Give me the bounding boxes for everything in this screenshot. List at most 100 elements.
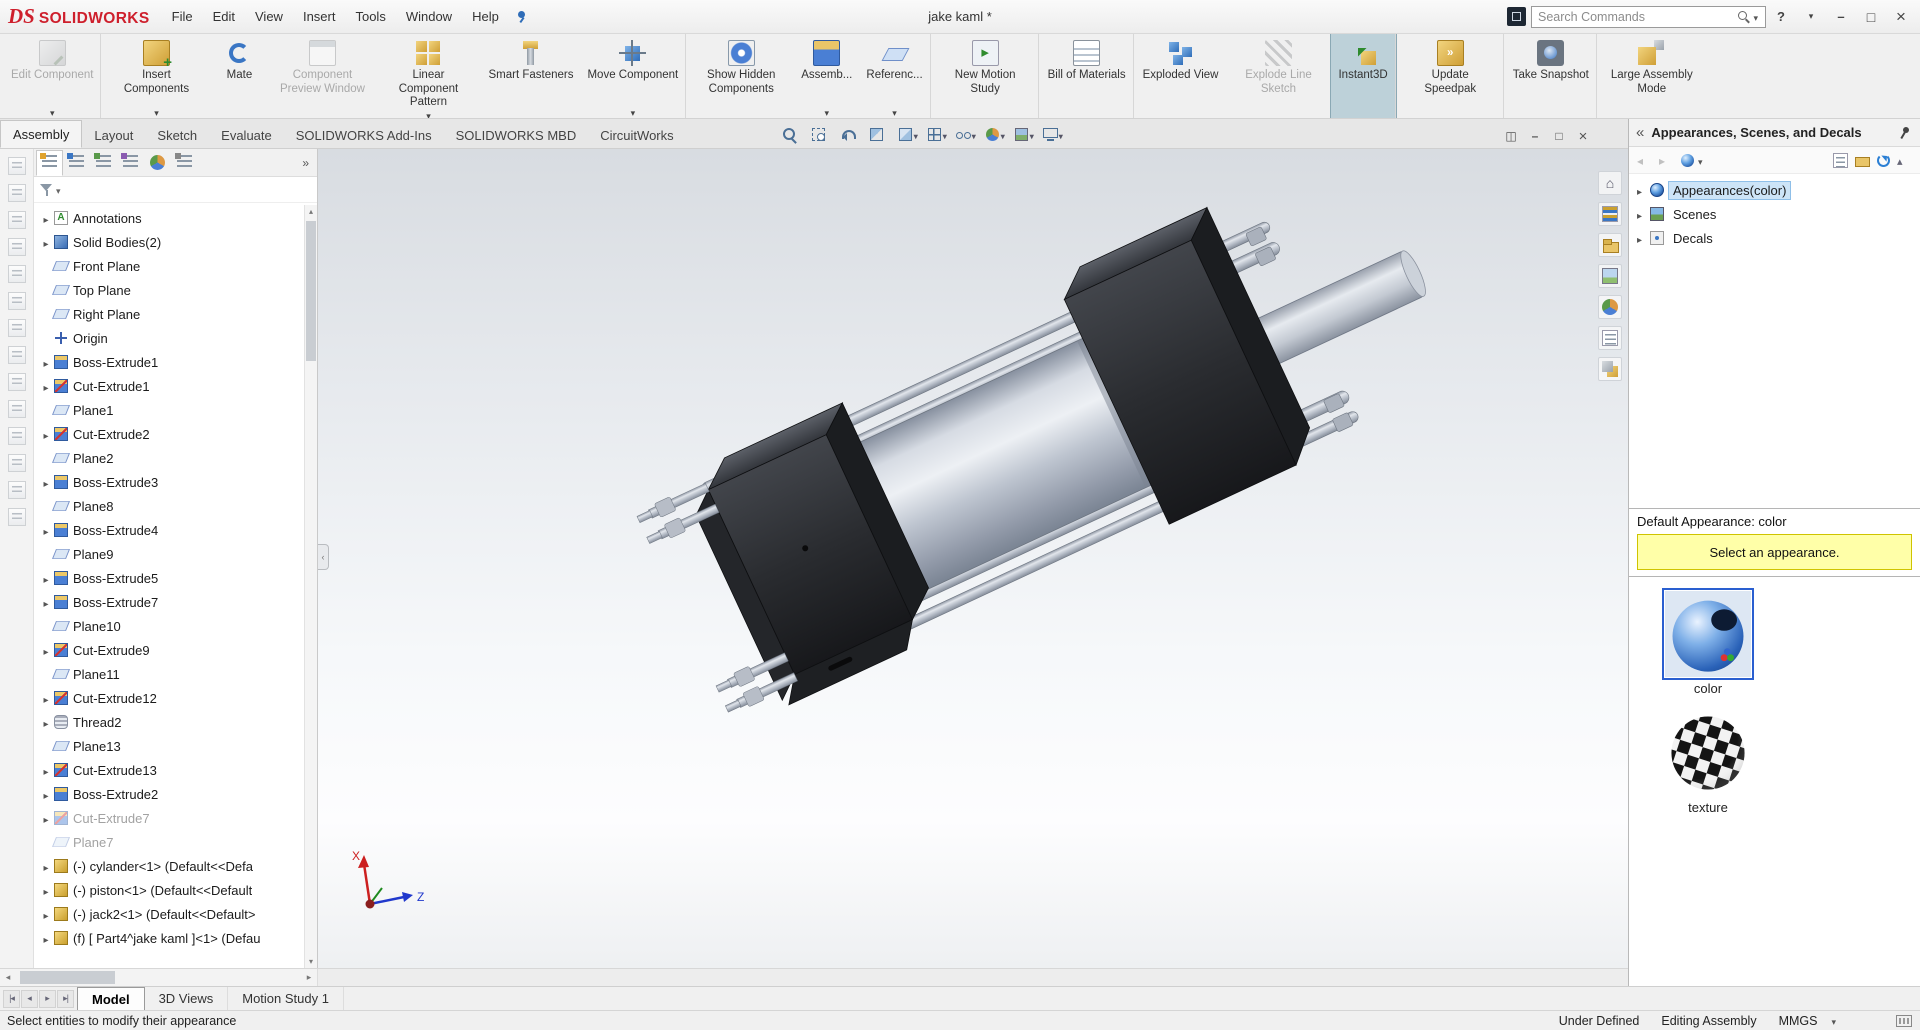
panel-tab[interactable] bbox=[36, 150, 63, 176]
search-dropdown-icon[interactable] bbox=[1750, 9, 1761, 24]
quick-tool-2-icon[interactable] bbox=[8, 184, 26, 202]
help-button[interactable] bbox=[1766, 4, 1796, 30]
headsup-button[interactable] bbox=[836, 124, 863, 145]
feature-tree-item[interactable]: Plane13 bbox=[34, 734, 317, 758]
expand-arrow-icon[interactable] bbox=[39, 235, 53, 250]
ribbon-button[interactable]: Explode Line Sketch bbox=[1225, 34, 1331, 118]
feature-tree-item[interactable]: Right Plane bbox=[34, 302, 317, 326]
headsup-button[interactable] bbox=[807, 124, 834, 145]
feature-tree-item[interactable]: Boss-Extrude1 bbox=[34, 350, 317, 374]
expand-arrow-icon[interactable] bbox=[39, 355, 53, 370]
expand-arrow-icon[interactable] bbox=[1637, 183, 1650, 198]
ribbon-button[interactable]: Component Preview Window bbox=[269, 34, 375, 118]
expand-arrow-icon[interactable] bbox=[1637, 207, 1650, 222]
headsup-button[interactable] bbox=[1010, 124, 1037, 145]
headsup-button[interactable] bbox=[923, 124, 950, 145]
texture-appearance-thumbnail[interactable] bbox=[1665, 710, 1751, 796]
feature-tree-item[interactable]: Annotations bbox=[34, 206, 317, 230]
quick-tool-11-icon[interactable] bbox=[8, 427, 26, 445]
search-scope-icon[interactable] bbox=[1507, 7, 1526, 26]
quick-tool-13-icon[interactable] bbox=[8, 481, 26, 499]
expand-arrow-icon[interactable] bbox=[39, 715, 53, 730]
ribbon-button[interactable]: Show Hidden Components bbox=[688, 34, 794, 118]
headsup-button[interactable] bbox=[865, 124, 892, 145]
feature-tree-item[interactable]: Origin bbox=[34, 326, 317, 350]
ribbon-button[interactable]: Assemb... bbox=[794, 34, 859, 118]
appearances-tree-item[interactable]: Appearances(color) bbox=[1629, 178, 1920, 202]
forward-icon[interactable] bbox=[1659, 153, 1674, 168]
quick-tool-9-icon[interactable] bbox=[8, 373, 26, 391]
feature-tree-item[interactable]: Thread2 bbox=[34, 710, 317, 734]
expand-arrow-icon[interactable] bbox=[39, 211, 53, 226]
expand-arrow-icon[interactable] bbox=[39, 523, 53, 538]
quick-tool-14-icon[interactable] bbox=[8, 508, 26, 526]
scroll-up-icon[interactable] bbox=[305, 205, 317, 218]
ribbon-button[interactable]: Update Speedpak bbox=[1398, 34, 1504, 118]
quick-tool-10-icon[interactable] bbox=[8, 400, 26, 418]
headsup-button[interactable] bbox=[778, 124, 805, 145]
document-tab[interactable]: Model bbox=[77, 987, 145, 1010]
up-level-icon[interactable] bbox=[1897, 153, 1912, 168]
refresh-icon[interactable] bbox=[1877, 154, 1890, 167]
document-tab[interactable]: 3D Views bbox=[145, 987, 229, 1010]
menu-item[interactable]: Window bbox=[396, 4, 462, 29]
ribbon-button[interactable]: Take Snapshot bbox=[1506, 34, 1597, 118]
quick-tool-6-icon[interactable] bbox=[8, 292, 26, 310]
quick-tool-5-icon[interactable] bbox=[8, 265, 26, 283]
feature-tree-item[interactable]: Cut-Extrude2 bbox=[34, 422, 317, 446]
quick-tool-1-icon[interactable] bbox=[8, 157, 26, 175]
feature-tree-item[interactable]: (-) piston<1> (Default<<Default bbox=[34, 878, 317, 902]
quick-tool-8-icon[interactable] bbox=[8, 346, 26, 364]
headsup-button[interactable] bbox=[894, 124, 921, 145]
command-tab[interactable]: CircuitWorks bbox=[588, 122, 685, 148]
search-icon[interactable] bbox=[1737, 10, 1750, 23]
quick-tips-icon[interactable] bbox=[1896, 1015, 1912, 1027]
expand-arrow-icon[interactable] bbox=[39, 907, 53, 922]
expand-arrow-icon[interactable] bbox=[39, 595, 53, 610]
expand-arrow-icon[interactable] bbox=[39, 811, 53, 826]
command-tab[interactable]: Sketch bbox=[145, 122, 209, 148]
expand-arrow-icon[interactable] bbox=[39, 427, 53, 442]
next-tab-icon[interactable] bbox=[39, 990, 56, 1008]
panel-tab[interactable] bbox=[171, 150, 198, 176]
command-tab[interactable]: Assembly bbox=[0, 120, 82, 148]
pin-pane-icon[interactable] bbox=[1898, 126, 1911, 139]
expand-arrow-icon[interactable] bbox=[39, 643, 53, 658]
filter-caret-icon[interactable] bbox=[53, 182, 61, 197]
restore-button[interactable] bbox=[1856, 4, 1886, 30]
feature-tree-item[interactable]: Boss-Extrude7 bbox=[34, 590, 317, 614]
document-tab[interactable]: Motion Study 1 bbox=[228, 987, 344, 1010]
scrollbar-thumb[interactable] bbox=[306, 221, 316, 361]
feature-tree-item[interactable]: Plane2 bbox=[34, 446, 317, 470]
appearances-tree-item[interactable]: Scenes bbox=[1629, 202, 1920, 226]
feature-tree-item[interactable]: Plane10 bbox=[34, 614, 317, 638]
collapse-pane-icon[interactable] bbox=[1629, 124, 1651, 141]
feature-tree-item[interactable]: Top Plane bbox=[34, 278, 317, 302]
task-pane-tab[interactable] bbox=[1598, 233, 1622, 257]
expand-arrow-icon[interactable] bbox=[39, 859, 53, 874]
ribbon-button[interactable]: Large Assembly Mode bbox=[1599, 34, 1705, 118]
search-input[interactable] bbox=[1538, 10, 1737, 24]
task-pane-tab[interactable] bbox=[1598, 171, 1622, 195]
units-selector[interactable]: MMGS bbox=[1779, 1014, 1896, 1028]
login-dropdown-icon[interactable] bbox=[1796, 4, 1826, 30]
menu-item[interactable]: Tools bbox=[345, 4, 395, 29]
feature-tree-item[interactable]: Cut-Extrude12 bbox=[34, 686, 317, 710]
feature-tree-item[interactable]: Boss-Extrude5 bbox=[34, 566, 317, 590]
panel-tab[interactable] bbox=[63, 150, 90, 176]
feature-tree-item[interactable]: Boss-Extrude2 bbox=[34, 782, 317, 806]
previous-tab-icon[interactable] bbox=[21, 990, 38, 1008]
feature-tree-item[interactable]: Boss-Extrude3 bbox=[34, 470, 317, 494]
headsup-button[interactable] bbox=[981, 124, 1008, 145]
ribbon-button[interactable]: Exploded View bbox=[1136, 34, 1226, 118]
back-icon[interactable] bbox=[1637, 153, 1652, 168]
tree-horizontal-scrollbar[interactable] bbox=[0, 969, 318, 986]
task-pane-tab[interactable] bbox=[1598, 264, 1622, 288]
feature-tree-item[interactable]: (f) [ Part4^jake kaml ]<1> (Defau bbox=[34, 926, 317, 950]
command-tab[interactable]: SOLIDWORKS Add-Ins bbox=[284, 122, 444, 148]
expand-panel-tabs-icon[interactable] bbox=[294, 155, 317, 170]
feature-tree-item[interactable]: Plane7 bbox=[34, 830, 317, 854]
tree-vertical-scrollbar[interactable] bbox=[304, 205, 317, 968]
appearance-filter-icon[interactable] bbox=[1681, 154, 1694, 167]
quick-tool-7-icon[interactable] bbox=[8, 319, 26, 337]
